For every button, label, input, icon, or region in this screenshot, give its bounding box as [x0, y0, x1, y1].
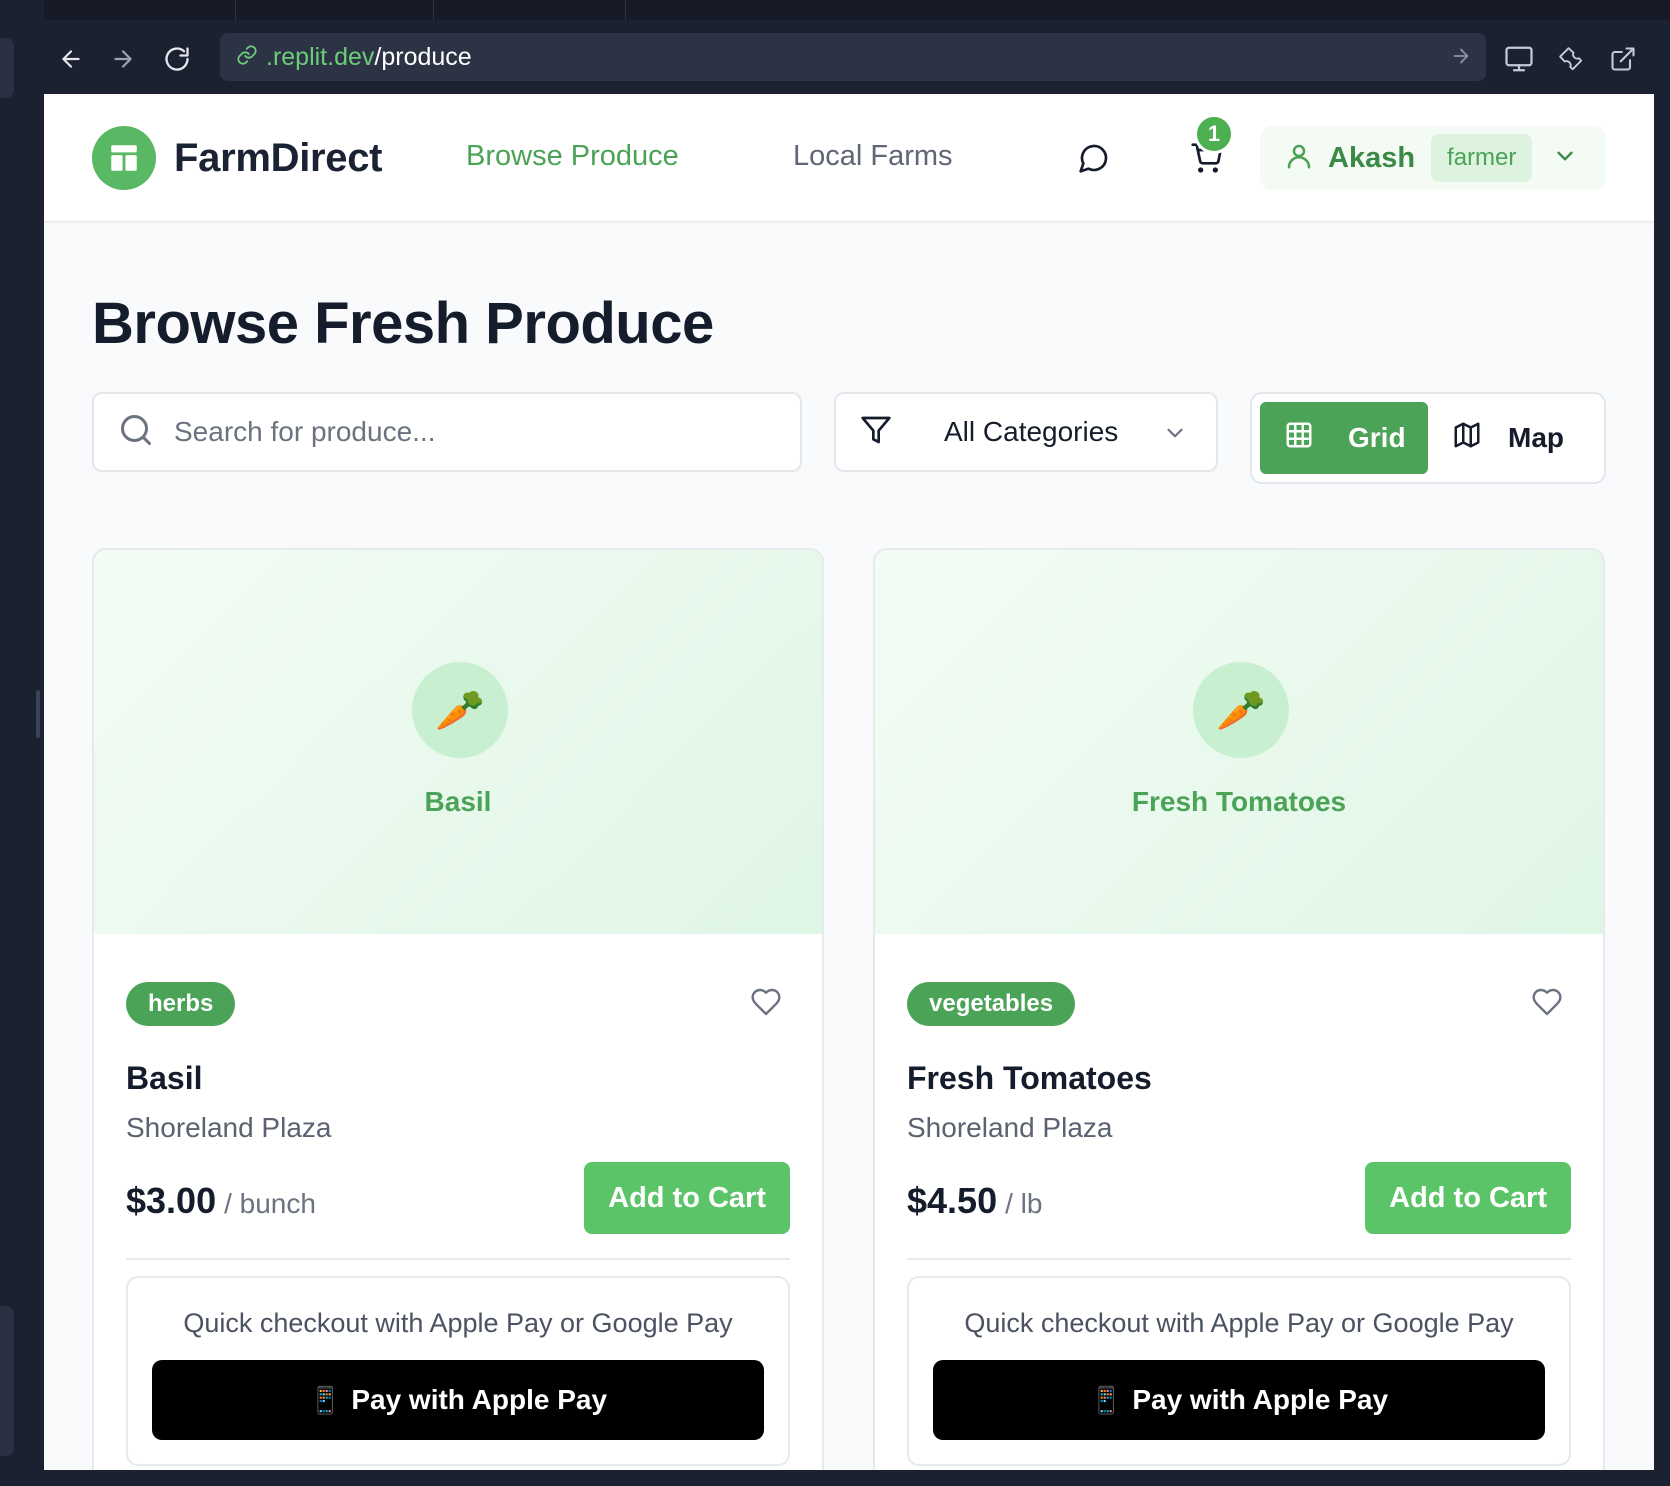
phone-icon: 📱: [1089, 1384, 1123, 1415]
category-badge: vegetables: [907, 982, 1076, 1026]
nav-browse-produce[interactable]: Browse Produce: [466, 140, 679, 173]
product-name: Basil: [126, 1060, 203, 1096]
apple-pay-label: Pay with Apple Pay: [351, 1384, 608, 1415]
browser-tab-strip: [44, 0, 1670, 20]
window-right-edge: [1654, 94, 1670, 1486]
browser-tab[interactable]: [44, 0, 236, 20]
search-icon: [118, 412, 154, 453]
back-icon[interactable]: [56, 44, 86, 74]
filter-icon: [860, 414, 892, 451]
map-view-button[interactable]: Map: [1452, 402, 1564, 474]
desktop-icon[interactable]: [1502, 42, 1536, 76]
nav-local-farms[interactable]: Local Farms: [793, 140, 953, 173]
wrench-icon[interactable]: [1554, 42, 1588, 76]
product-card: 🥕 Basil herbs Basil Shoreland Plaza $3.0…: [92, 548, 824, 1470]
product-image-area[interactable]: 🥕 Basil: [94, 550, 822, 934]
url-path: /produce: [374, 42, 472, 71]
product-price: $4.50: [907, 1180, 998, 1221]
product-unit: / lb: [1005, 1188, 1043, 1219]
product-emoji: 🥕: [1216, 688, 1266, 733]
grid-icon: [1284, 420, 1314, 457]
page-title: Browse Fresh Produce: [92, 291, 714, 356]
search-field[interactable]: [92, 392, 802, 472]
quick-checkout-text: Quick checkout with Apple Pay or Google …: [183, 1308, 733, 1338]
apple-pay-button[interactable]: 📱 Pay with Apple Pay: [152, 1360, 764, 1440]
chevron-down-icon: [1552, 143, 1578, 174]
category-badge: herbs: [126, 982, 236, 1026]
window-bottom-edge: [44, 1470, 1654, 1486]
search-input[interactable]: [174, 416, 734, 448]
side-panel-tab[interactable]: [0, 38, 14, 98]
forward-icon[interactable]: [108, 44, 138, 74]
brand-name: FarmDirect: [174, 135, 383, 180]
reload-icon[interactable]: [162, 44, 192, 74]
user-icon: [1284, 141, 1314, 176]
product-hero-name: Basil: [424, 786, 492, 817]
add-to-cart-button[interactable]: Add to Cart: [584, 1162, 790, 1234]
map-view-label: Map: [1508, 422, 1564, 453]
carrot-icon: 🥕: [412, 662, 508, 758]
browser-tab[interactable]: [236, 0, 434, 20]
grid-view-button[interactable]: Grid: [1260, 402, 1428, 474]
product-emoji: 🥕: [435, 688, 485, 733]
farm-name: Shoreland Plaza: [126, 1112, 332, 1143]
carrot-icon: 🥕: [1193, 662, 1289, 758]
site-header: FarmDirect Browse Produce Local Farms 1 …: [44, 94, 1654, 222]
chevron-down-icon: [1162, 420, 1188, 451]
window-left-edge: [0, 0, 44, 1486]
browser-toolbar: .replit.dev/produce: [44, 20, 1654, 94]
price-row: $3.00 / bunch: [126, 1180, 316, 1222]
resize-handle[interactable]: [36, 690, 40, 738]
store-icon: [92, 126, 156, 190]
browser-tab[interactable]: [434, 0, 626, 20]
product-unit: / bunch: [224, 1188, 316, 1219]
go-arrow-icon[interactable]: [1450, 45, 1472, 72]
heart-icon[interactable]: [750, 986, 782, 1023]
side-panel-tab[interactable]: [0, 1306, 14, 1456]
view-toggle: Grid Map: [1250, 392, 1606, 484]
heart-icon[interactable]: [1531, 986, 1563, 1023]
page-viewport: FarmDirect Browse Produce Local Farms 1 …: [44, 94, 1654, 1470]
product-image-area[interactable]: 🥕 Fresh Tomatoes: [875, 550, 1603, 934]
divider: [126, 1258, 790, 1260]
product-card: 🥕 Fresh Tomatoes vegetables Fresh Tomato…: [873, 548, 1605, 1470]
category-select-value: All Categories: [944, 416, 1119, 447]
user-name: Akash: [1328, 141, 1416, 174]
quick-checkout-text: Quick checkout with Apple Pay or Google …: [964, 1308, 1514, 1338]
address-url: .replit.dev/produce: [266, 43, 472, 72]
phone-icon: 📱: [308, 1384, 342, 1415]
add-to-cart-button[interactable]: Add to Cart: [1365, 1162, 1571, 1234]
product-price: $3.00: [126, 1180, 217, 1221]
brand-logo[interactable]: FarmDirect: [92, 126, 383, 190]
chat-icon[interactable]: [1074, 138, 1114, 178]
divider: [907, 1258, 1571, 1260]
product-name: Fresh Tomatoes: [907, 1060, 1152, 1096]
price-row: $4.50 / lb: [907, 1180, 1042, 1222]
user-role-badge: farmer: [1431, 134, 1533, 182]
cart-count-badge: 1: [1194, 114, 1234, 154]
farm-name: Shoreland Plaza: [907, 1112, 1113, 1143]
map-icon: [1452, 420, 1482, 457]
quick-checkout-panel: Quick checkout with Apple Pay or Google …: [126, 1276, 790, 1466]
grid-view-label: Grid: [1348, 422, 1406, 453]
category-select[interactable]: All Categories: [834, 392, 1218, 472]
quick-checkout-panel: Quick checkout with Apple Pay or Google …: [907, 1276, 1571, 1466]
apple-pay-button[interactable]: 📱 Pay with Apple Pay: [933, 1360, 1545, 1440]
product-hero-name: Fresh Tomatoes: [1131, 786, 1347, 817]
apple-pay-label: Pay with Apple Pay: [1132, 1384, 1389, 1415]
user-menu[interactable]: Akash farmer: [1260, 126, 1606, 190]
external-link-icon[interactable]: [1606, 42, 1640, 76]
url-host: .replit.dev: [266, 42, 375, 71]
address-bar[interactable]: .replit.dev/produce: [220, 33, 1486, 81]
link-icon: [236, 44, 258, 71]
